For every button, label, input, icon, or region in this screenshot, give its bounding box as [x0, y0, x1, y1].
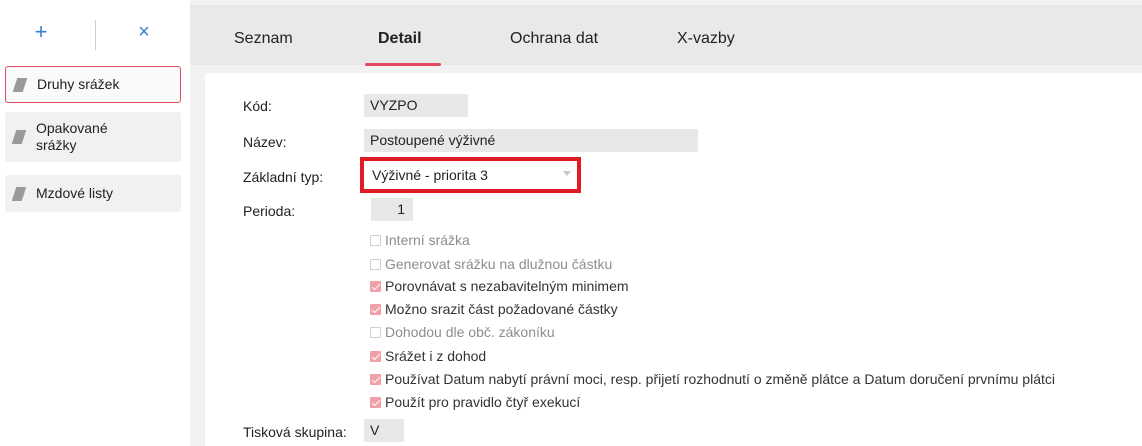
tab-detail[interactable]: Detail [378, 30, 422, 48]
checkbox-label: Použít pro pravidlo čtyř exekucí [385, 394, 581, 410]
active-tab-indicator [365, 63, 441, 66]
tiskova-skupina-label: Tisková skupina: [243, 424, 347, 440]
checkbox-label: Porovnávat s nezabavitelným minimem [385, 278, 629, 294]
checkbox-label: Generovat srážku na dlužnou částku [385, 256, 613, 272]
kod-label: Kód: [243, 98, 272, 114]
checkbox-box [370, 326, 381, 338]
slash-icon [11, 130, 27, 144]
sidebar-item-mzdove-listy[interactable]: Mzdové listy [5, 175, 181, 212]
dropdown-arrow-icon [563, 171, 571, 176]
checkbox-generovat-srazku[interactable]: Generovat srážku na dlužnou částku [370, 254, 612, 274]
tab-ochrana-dat[interactable]: Ochrana dat [510, 30, 598, 48]
checkbox-pouzivat-datum[interactable]: Používat Datum nabytí právní moci, resp.… [370, 369, 1055, 389]
checkbox-box [370, 280, 381, 292]
sidebar-item-opakovane-srazky[interactable]: Opakované srážky [5, 112, 181, 162]
checkbox-label: Možno srazit část požadované částky [385, 301, 618, 317]
checkbox-label: Dohodou dle obč. zákoníku [385, 324, 555, 340]
checkbox-box [370, 234, 381, 246]
left-toolbar: + × [0, 0, 190, 60]
close-button[interactable]: × [130, 18, 158, 46]
nazev-field[interactable]: Postoupené výživné [364, 129, 698, 152]
checkbox-mozno-srazit[interactable]: Možno srazit část požadované částky [370, 299, 618, 319]
checkbox-box [370, 258, 381, 270]
zakladni-typ-label: Základní typ: [243, 169, 324, 185]
perioda-label: Perioda: [243, 203, 296, 219]
nazev-label: Název: [243, 134, 287, 150]
perioda-field[interactable]: 1 [371, 198, 413, 221]
sidebar-item-druhy-srazek[interactable]: Druhy srážek [5, 66, 181, 103]
sidebar-item-label: Mzdové listy [36, 185, 114, 201]
checkbox-srazet-z-dohod[interactable]: Srážet i z dohod [370, 346, 486, 366]
tab-bar: Seznam Detail Ochrana dat X-vazby [190, 5, 1142, 66]
checkbox-box [370, 350, 381, 362]
slash-icon [11, 186, 27, 201]
checkbox-label: Srážet i z dohod [385, 348, 487, 364]
checkbox-box [370, 303, 381, 315]
zakladni-typ-select[interactable]: Výživné - priorita 3 [360, 157, 581, 193]
zakladni-typ-value: Výživné - priorita 3 [368, 164, 573, 186]
add-button[interactable]: + [27, 18, 55, 46]
checkbox-label: Interní srážka [385, 232, 470, 248]
checkbox-pravidlo-ctyr-exekuci[interactable]: Použít pro pravidlo čtyř exekucí [370, 392, 580, 412]
tab-seznam[interactable]: Seznam [234, 30, 293, 48]
left-panel: + × Druhy srážek Opakované srážky Mzdové… [0, 0, 190, 446]
slash-icon [12, 77, 28, 92]
tiskova-skupina-field[interactable]: V [364, 419, 404, 442]
checkbox-box [370, 373, 381, 385]
checkbox-label: Používat Datum nabytí právní moci, resp.… [385, 371, 1055, 387]
sidebar-item-label: Druhy srážek [37, 76, 120, 92]
kod-field[interactable]: VYZPO [364, 94, 468, 117]
tab-x-vazby[interactable]: X-vazby [677, 30, 735, 48]
checkbox-interni-srazka[interactable]: Interní srážka [370, 230, 470, 250]
sidebar-item-label: Opakované srážky [36, 120, 108, 153]
checkbox-box [370, 396, 381, 408]
checkbox-dohodou[interactable]: Dohodou dle obč. zákoníku [370, 322, 555, 342]
checkbox-porovnavat[interactable]: Porovnávat s nezabavitelným minimem [370, 276, 629, 296]
toolbar-divider [95, 20, 96, 50]
